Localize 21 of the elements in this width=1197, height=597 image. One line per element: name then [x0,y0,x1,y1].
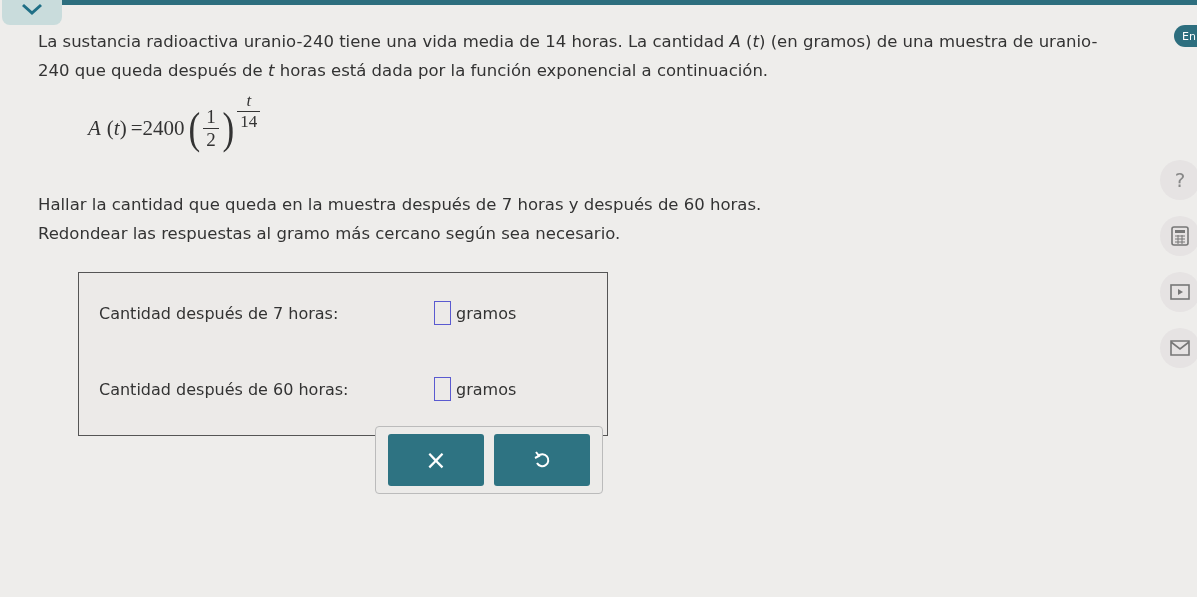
answer-label: Cantidad después de 60 horas: [99,379,350,399]
video-button[interactable] [1160,272,1197,312]
answer-label: Cantidad después de 7 horas: [99,303,340,323]
calculator-button[interactable] [1160,216,1197,256]
language-button[interactable]: En [1174,25,1197,47]
message-button[interactable] [1160,328,1197,368]
clear-button[interactable]: × [388,434,484,486]
play-icon [1170,284,1190,300]
envelope-icon [1170,340,1190,356]
help-button[interactable]: ? [1160,160,1197,200]
question-text: Hallar la cantidad que queda en la muestra después de 7 horas y después de 60 horas. [38,194,763,216]
answer-field[interactable] [434,377,451,401]
instruction-text: Redondear las respuestas al gramo más cercano según sea necesario. [38,223,622,245]
undo-icon [534,451,550,469]
problem-text: La sustancia radioactiva uranio-240 tiene una vida media de 14 horas. La cantidad A (t) (en gramos) de una muestra de uranio-240 que queda después de t horas está dada por la función exponencial a continuación. [38,31,1099,82]
chevron-down-icon [21,2,43,15]
answer-field[interactable] [434,301,451,325]
calculator-icon [1171,226,1189,246]
unit-label: gramos [456,303,517,323]
collapse-button[interactable] [2,0,62,25]
unit-label: gramos [456,379,517,399]
